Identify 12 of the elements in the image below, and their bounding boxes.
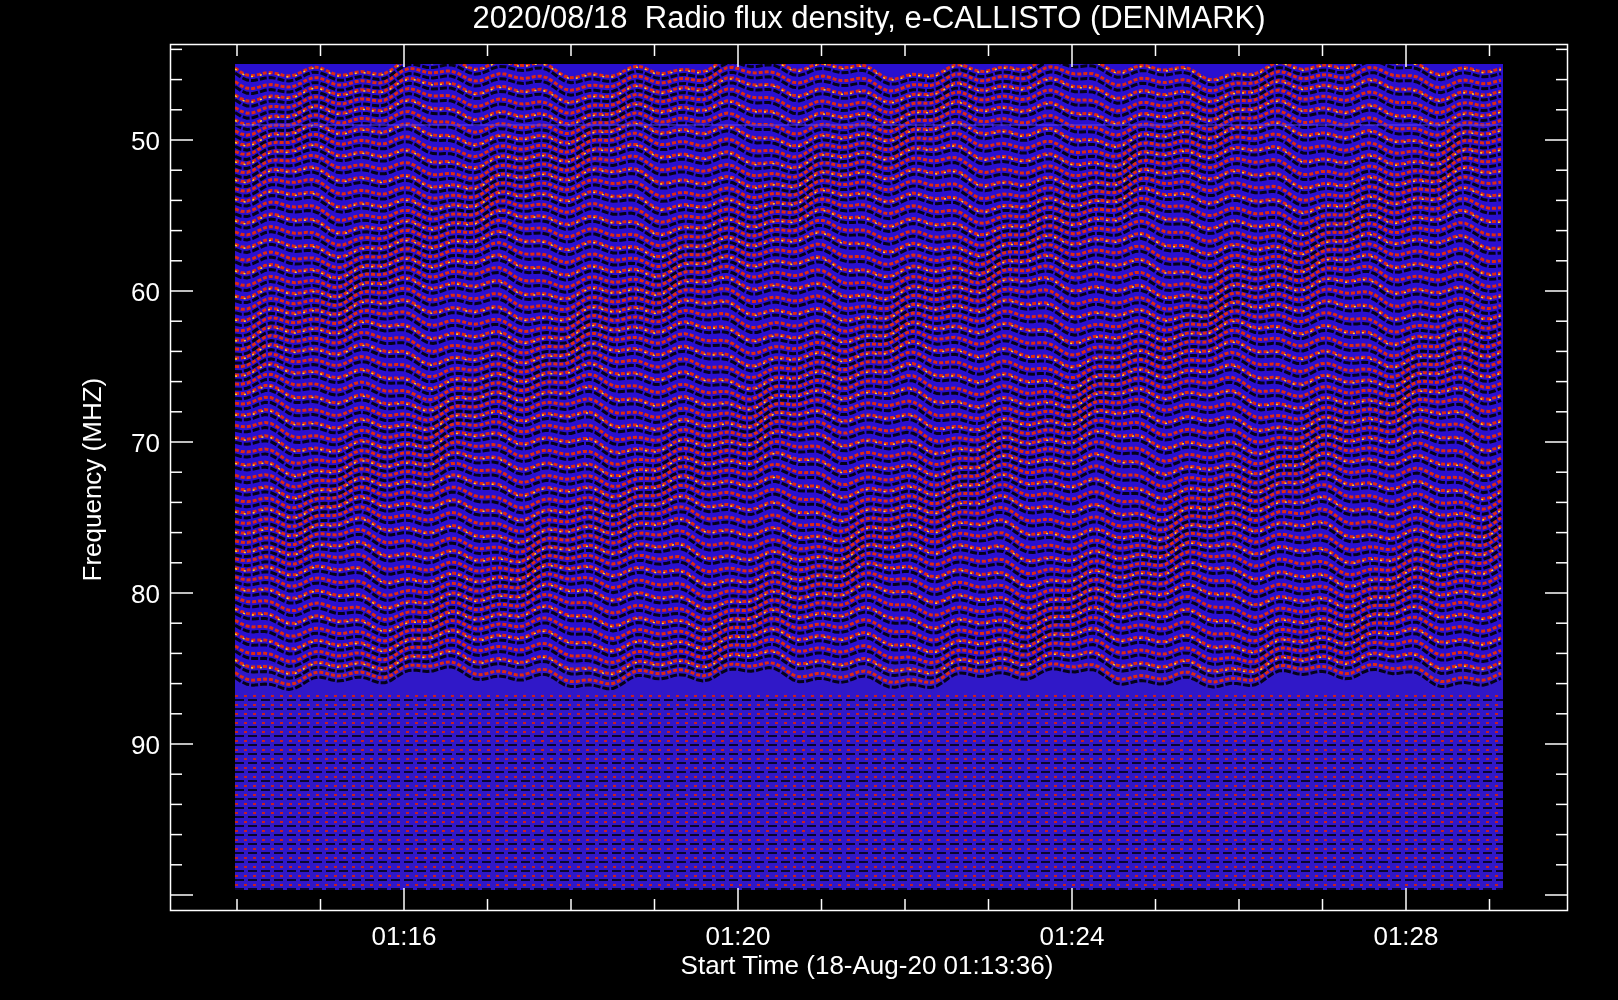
tick-label: 80	[131, 579, 160, 609]
tick-label: 01:28	[1373, 921, 1439, 951]
tick-label: 60	[131, 277, 160, 307]
tick-label: 70	[131, 428, 160, 458]
tick-label: 01:24	[1039, 921, 1105, 951]
plot-title: 2020/08/18 Radio flux density, e-CALLISTO (DENMARK)	[471, 0, 1267, 36]
axis-label: Start Time (18-Aug-20 01:13:36)	[679, 950, 1055, 981]
axis-label: Frequency (MHZ)	[76, 381, 108, 582]
tick-label: 01:16	[371, 921, 437, 951]
tick-label: 90	[131, 730, 160, 760]
tick-label: 50	[131, 126, 160, 156]
tick-label: 01:20	[705, 921, 771, 951]
